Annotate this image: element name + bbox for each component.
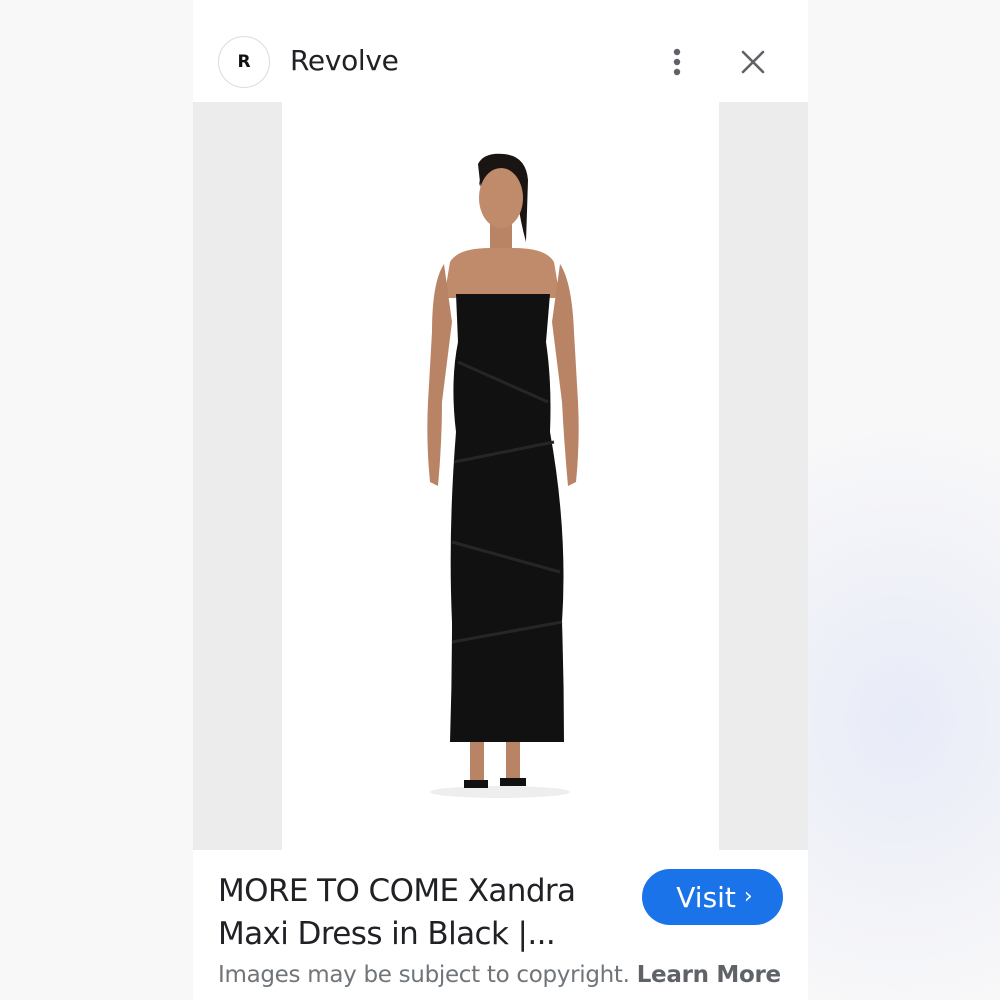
visit-button-label: Visit	[676, 880, 736, 914]
source-name[interactable]: Revolve	[290, 44, 399, 77]
result-title[interactable]: MORE TO COME Xandra Maxi Dress in Black …	[218, 870, 618, 956]
image-area	[193, 102, 808, 850]
more-options-button[interactable]	[661, 44, 693, 80]
more-vert-icon	[673, 48, 681, 76]
model-in-dress-illustration	[427, 153, 579, 798]
chevron-right-icon: ›	[743, 883, 753, 909]
close-button[interactable]	[735, 44, 771, 80]
source-logo[interactable]: R	[218, 36, 270, 88]
copyright-text: Images may be subject to copyright.	[218, 962, 630, 988]
product-image[interactable]	[282, 102, 719, 850]
viewer-header: R Revolve	[193, 0, 808, 102]
close-icon	[741, 50, 765, 74]
image-viewer-panel: R Revolve MORE TO COME Xandra Maxi Dress…	[193, 0, 808, 1000]
source-logo-letter: R	[230, 48, 258, 76]
copyright-notice: Images may be subject to copyright. Lear…	[218, 962, 781, 988]
learn-more-link[interactable]: Learn More	[637, 962, 781, 988]
result-footer: MORE TO COME Xandra Maxi Dress in Black …	[193, 850, 808, 1000]
visit-button[interactable]: Visit ›	[642, 869, 783, 925]
